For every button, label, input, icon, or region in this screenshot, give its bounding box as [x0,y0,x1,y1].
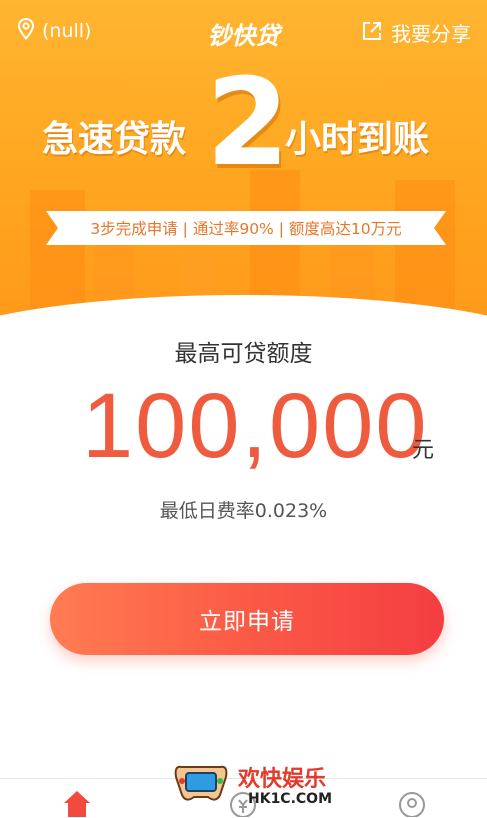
hero-banner: (null) 钞快贷 我要分享 急速贷款 2 小时到账 3步完成申请 | 通过率… [0,0,487,340]
amount-display: 100,000 元 [0,380,487,480]
share-icon [361,20,383,46]
daily-rate: 最低日费率0.023% [159,500,328,522]
apply-button-label: 立即申请 [199,609,295,635]
share-label: 我要分享 [391,22,471,46]
tab-home[interactable] [62,789,92,818]
watermark-url: HK1C.COM [248,791,333,807]
promo-headline: 急速贷款 2 小时到账 [0,64,487,192]
headline-left: 急速贷款 [42,119,187,160]
apply-button[interactable]: 立即申请 [50,583,444,655]
headline-number: 2 [206,54,290,193]
tab-profile[interactable] [397,789,427,818]
amount-unit: 元 [412,438,435,463]
limit-label: 最高可贷额度 [174,341,313,367]
profile-icon [397,792,427,818]
promo-ribbon: 3步完成申请 | 通过率90% | 额度高达10万元 [46,211,446,245]
headline-right: 小时到账 [285,119,430,160]
ribbon-text: 3步完成申请 | 通过率90% | 额度高达10万元 [90,220,402,238]
share-button[interactable]: 我要分享 [361,18,471,47]
gamepad-icon [168,759,234,815]
watermark-title: 欢快娱乐 [238,767,327,792]
loan-amount: 100,000 [82,375,429,477]
home-icon [62,791,92,818]
watermark: 欢快娱乐 HK1C.COM [168,755,332,815]
